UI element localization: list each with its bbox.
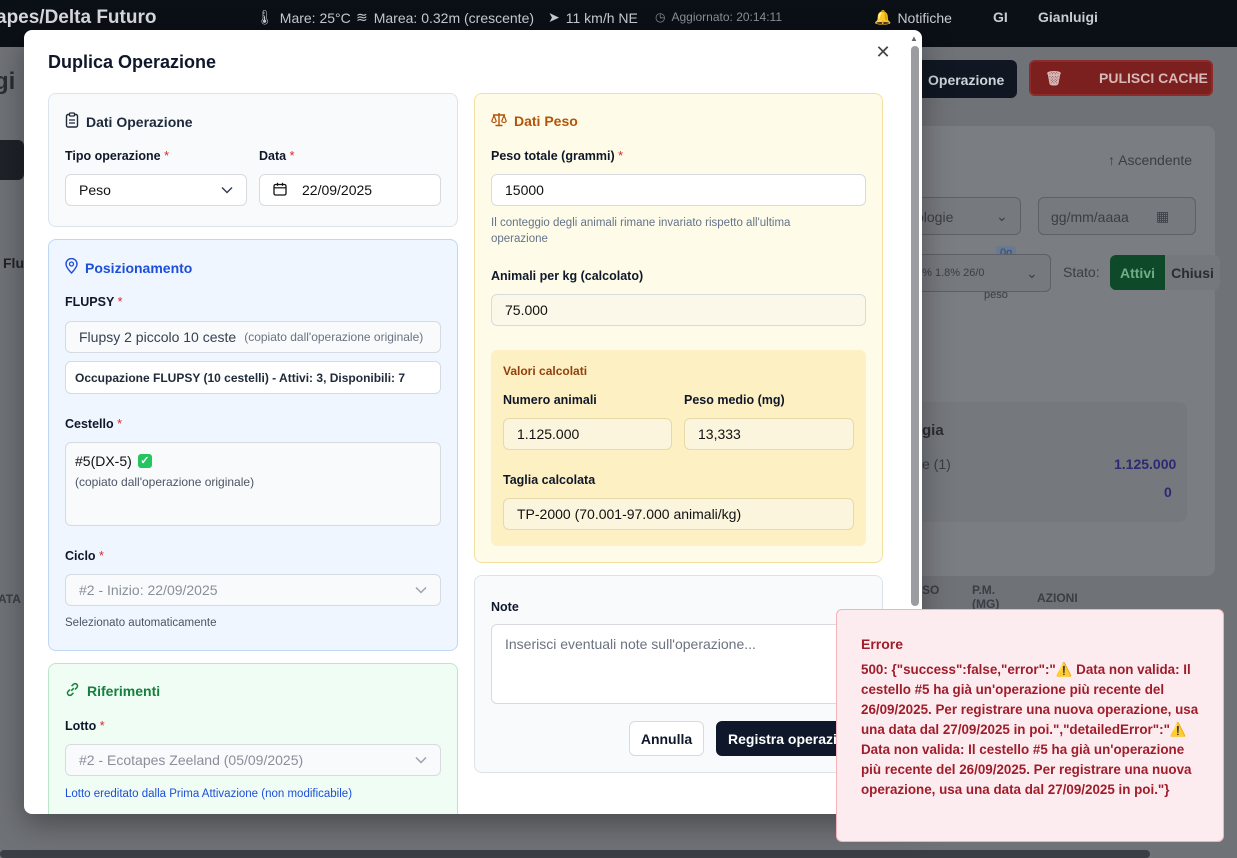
table-header-pm: P.M. (MG)	[972, 583, 1000, 611]
cestello-label: Cestello *	[65, 417, 122, 431]
clipboard-icon	[65, 112, 79, 131]
state-toggle[interactable]: Attivi Chiusi	[1110, 255, 1220, 290]
duplicate-operation-dialog: Duplica Operazione ✕ ▲ Dati Operazione T…	[24, 30, 922, 814]
lotto-select: #2 - Ecotapes Zeeland (05/09/2025)	[65, 744, 441, 776]
size-filter-select[interactable]: 3% 1.8% 26/0 ⌄	[905, 254, 1051, 292]
summary-title: gia	[922, 422, 944, 439]
calendar-icon	[273, 182, 287, 199]
scale-icon	[491, 112, 507, 130]
chevron-down-icon: ⌄	[1026, 265, 1038, 281]
table-header-so: SO	[922, 583, 940, 597]
animali-kg-field: 75.000	[491, 294, 866, 326]
sea-temperature: 🌡 Mare: 25°C	[256, 9, 351, 26]
lotto-label: Lotto *	[65, 719, 105, 733]
section-heading: Posizionamento	[65, 257, 192, 277]
clock-icon: ◷	[655, 10, 666, 24]
user-name[interactable]: Gianluigi	[1038, 9, 1098, 25]
chevron-down-icon	[415, 753, 427, 767]
peso-totale-label: Peso totale (grammi) *	[491, 149, 623, 163]
flupsy-field: Flupsy 2 piccolo 10 ceste (copiato dall'…	[65, 321, 441, 353]
tide-status: ≋ Marea: 0.32m (crescente)	[356, 9, 535, 26]
new-operation-button[interactable]: Operazione	[910, 60, 1017, 98]
dialog-title: Duplica Operazione	[48, 52, 217, 72]
map-pin-icon	[65, 257, 78, 277]
error-toast: Errore 500: {"success":false,"error":"⚠️…	[836, 609, 1224, 842]
note-textarea[interactable]: Inserisci eventuali note sull'operazione…	[491, 624, 866, 704]
navigation-icon: ➤	[548, 9, 560, 25]
summary-row-value: 1.125.000	[1114, 456, 1177, 472]
data-date-input[interactable]: 22/09/2025	[259, 174, 441, 206]
data-label: Data *	[259, 149, 295, 163]
trash-icon: 🗑	[1045, 70, 1063, 86]
left-fragment-ata: ATA	[0, 592, 21, 606]
ciclo-label: Ciclo *	[65, 549, 104, 563]
ciclo-hint: Selezionato automaticamente	[65, 617, 217, 629]
chevron-down-icon	[415, 583, 427, 597]
tipo-operazione-select[interactable]: Peso	[65, 174, 247, 206]
peso-medio-field: 13,333	[684, 418, 854, 450]
app-brand: apes/Delta Futuro	[0, 7, 157, 28]
wind-status: ➤ 11 km/h NE	[548, 9, 638, 26]
numero-animali-label: Numero animali	[503, 393, 597, 407]
peso-totale-input[interactable]: 15000	[491, 174, 866, 206]
flupsy-occupancy-box: Occupazione FLUPSY (10 cestelli) - Attiv…	[65, 361, 441, 394]
type-filter-select[interactable]: ologie ⌄	[905, 197, 1021, 235]
left-tab-fragment[interactable]	[0, 140, 24, 180]
calculated-values-box: Valori calcolati Numero animali 1.125.00…	[491, 350, 866, 546]
note-label: Note	[491, 600, 519, 614]
close-icon[interactable]: ✕	[874, 43, 892, 61]
clear-cache-button[interactable]: 🗑 PULISCI CACHE	[1029, 60, 1213, 96]
ciclo-select: #2 - Inizio: 22/09/2025	[65, 574, 441, 606]
summary-row-label: e (1)	[922, 456, 951, 472]
tipo-operazione-label: Tipo operazione *	[65, 149, 169, 163]
section-dati-peso: Dati Peso Peso totale (grammi) * 15000 I…	[474, 93, 883, 563]
bell-icon: 🔔	[874, 9, 892, 25]
section-heading: Riferimenti	[65, 682, 160, 700]
toast-message: 500: {"success":false,"error":"⚠️ Data n…	[861, 662, 1199, 797]
check-box-icon: ✓	[137, 454, 152, 468]
cestello-box: #5(DX-5) ✓ (copiato dall'operazione orig…	[65, 442, 441, 526]
section-posizionamento: Posizionamento FLUPSY * Flupsy 2 piccolo…	[48, 239, 458, 651]
section-note: Note Inserisci eventuali note sull'opera…	[474, 575, 883, 773]
flupsy-label: FLUPSY *	[65, 295, 123, 309]
thermometer-icon: 🌡	[256, 9, 274, 25]
left-fragment-flu: Flu	[3, 255, 24, 271]
lotto-hint: Lotto ereditato dalla Prima Attivazione …	[65, 788, 353, 800]
section-riferimenti: Riferimenti Lotto * #2 - Ecotapes Zeelan…	[48, 663, 458, 814]
section-heading: Dati Operazione	[65, 112, 193, 131]
scroll-up-arrow[interactable]: ▲	[910, 34, 918, 43]
summary-row-value-2: 0	[1164, 484, 1172, 500]
state-label: Stato:	[1063, 264, 1100, 280]
page-title-fragment: gi	[0, 68, 16, 95]
sort-toggle[interactable]: ↑ Ascendente	[1108, 152, 1192, 168]
calendar-icon: ▦	[1156, 208, 1170, 224]
section-heading: Dati Peso	[491, 112, 578, 130]
dialog-scrollbar-thumb[interactable]	[911, 46, 919, 606]
section-dati-operazione: Dati Operazione Tipo operazione * Peso D…	[48, 93, 458, 227]
table-header-azioni: AZIONI	[1037, 591, 1078, 605]
user-avatar[interactable]: GI	[993, 9, 1008, 25]
taglia-label: Taglia calcolata	[503, 473, 596, 487]
calculated-heading: Valori calcolati	[503, 364, 588, 378]
last-update: ◷ Aggiornato: 20:14:11	[655, 10, 783, 24]
toggle-active[interactable]: Attivi	[1110, 255, 1165, 290]
toast-title: Errore	[861, 636, 904, 652]
peso-label: peso	[984, 289, 1008, 301]
peso-hint: Il conteggio degli animali rimane invari…	[491, 217, 791, 245]
link-icon	[65, 682, 80, 700]
waves-icon: ≋	[356, 9, 368, 25]
notifications-button[interactable]: 🔔 Notifiche	[874, 9, 952, 26]
numero-animali-field: 1.125.000	[503, 418, 672, 450]
date-filter-input[interactable]: gg/mm/aaaa ▦	[1038, 197, 1196, 235]
cancel-button[interactable]: Annulla	[629, 721, 704, 756]
chevron-down-icon: ⌄	[996, 208, 1008, 224]
peso-medio-label: Peso medio (mg)	[684, 393, 785, 407]
animali-kg-label: Animali per kg (calcolato)	[491, 269, 644, 283]
chevron-down-icon	[221, 183, 233, 197]
page-horizontal-scrollbar[interactable]	[0, 850, 1150, 858]
toggle-closed[interactable]: Chiusi	[1165, 255, 1220, 290]
taglia-field: TP-2000 (70.001-97.000 animali/kg)	[503, 498, 854, 530]
